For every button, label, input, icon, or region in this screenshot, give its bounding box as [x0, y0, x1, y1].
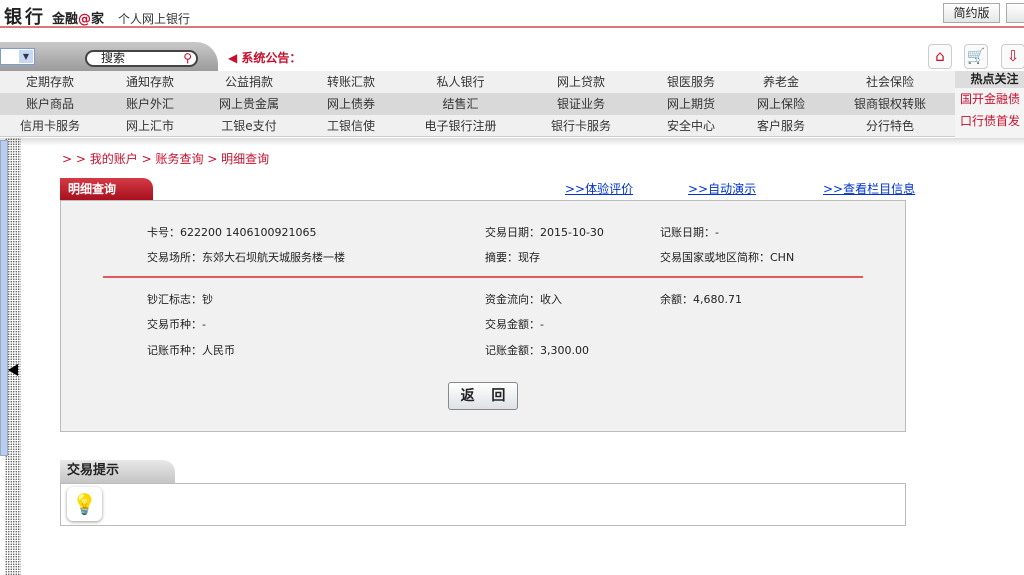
trade-amount: 交易金额：- [485, 318, 544, 331]
menu-row: 账户商品 账户外汇 网上贵金属 网上债券 结售汇 银证业务 网上期货 网上保险 银商银权转账 [0, 93, 955, 115]
menu-item[interactable]: 工银e支付 [200, 115, 298, 136]
menu-item[interactable]: 银医服务 [645, 71, 737, 93]
hot-link[interactable]: 口行债首发 [955, 110, 1024, 132]
left-panel-scrollbar[interactable] [0, 140, 8, 456]
breadcrumb: > > 我的账户 > 账务查询 > 明细查询 [62, 152, 270, 166]
post-amount: 记账金额：3,300.00 [485, 344, 589, 357]
simple-version-button[interactable]: 简约版 [943, 3, 1000, 23]
back-button[interactable]: 返 回 [448, 382, 518, 410]
divider [0, 138, 1024, 146]
home-icon[interactable]: ⌂ [928, 44, 952, 69]
menu-item[interactable]: 私人银行 [404, 71, 517, 93]
search-input[interactable]: 搜索 ⚲ [85, 50, 198, 67]
menu-item[interactable]: 银行卡服务 [517, 115, 645, 136]
summary: 摘要：现存 [485, 251, 540, 264]
menu-item[interactable]: 定期存款 [0, 71, 100, 93]
breadcrumb-account-query[interactable]: 账务查询 [155, 152, 203, 166]
card-number: 卡号：622200 1406100921065 [147, 226, 317, 239]
separator-line [103, 276, 863, 278]
menu-row: 信用卡服务 网上汇市 工银e支付 工银信使 电子银行注册 银行卡服务 安全中心 客户服务 分行特… [0, 115, 955, 137]
trade-date: 交易日期：2015-10-30 [485, 226, 604, 239]
system-notice[interactable]: ◀ 系统公告： [228, 49, 301, 66]
menu-item[interactable]: 网上汇市 [100, 115, 200, 136]
menu-item[interactable]: 银证业务 [517, 93, 645, 115]
trade-place: 交易场所：东郊大石坝航天城服务楼一楼 [147, 251, 345, 264]
account-select[interactable]: ▼ [0, 48, 35, 65]
post-date: 记账日期：- [660, 226, 719, 239]
menu-item[interactable]: 电子银行注册 [404, 115, 517, 136]
menu-item[interactable]: 安全中心 [645, 115, 737, 136]
menu-item[interactable]: 养老金 [737, 71, 825, 93]
breadcrumb-detail-query: 明细查询 [221, 152, 270, 166]
rate-link[interactable]: >>体验评价 [565, 180, 633, 197]
menu-item[interactable]: 网上贷款 [517, 71, 645, 93]
trade-currency: 交易币种：- [147, 318, 206, 331]
brand-logo: 金融@家 [52, 12, 105, 27]
cash-flag: 钞汇标志：钞 [147, 293, 213, 306]
auto-demo-link[interactable]: >>自动演示 [688, 180, 756, 197]
top-header: 银行 金融@家 个人网上银行 简约版 [0, 0, 1024, 28]
menu-item[interactable]: 结售汇 [404, 93, 517, 115]
menu-item[interactable]: 社会保险 [825, 71, 955, 93]
download-mail-icon[interactable]: ⇩ [1001, 44, 1024, 69]
lightbulb-icon: 💡 [67, 487, 102, 521]
menu-item[interactable]: 通知存款 [100, 71, 200, 93]
bank-logo: 银行 [4, 7, 46, 28]
menu-item[interactable]: 工银信使 [298, 115, 404, 136]
fund-flow: 资金流向：收入 [485, 293, 562, 306]
search-icon[interactable]: ⚲ [183, 52, 192, 65]
balance: 余额：4,680.71 [660, 293, 742, 306]
country: 交易国家或地区简称：CHN [660, 251, 795, 264]
hot-topics: 热点关注 国开金融债 口行债首发 [955, 71, 1024, 138]
menu-row: 定期存款 通知存款 公益捐款 转账汇款 私人银行 网上贷款 银医服务 养老金 社会保险 [0, 71, 955, 93]
tab-detail-query[interactable]: 明细查询 [60, 178, 153, 200]
menu-item[interactable]: 网上期货 [645, 93, 737, 115]
menu-item[interactable]: 转账汇款 [298, 71, 404, 93]
post-currency: 记账币种：人民币 [147, 344, 235, 357]
menu-item[interactable]: 银商银权转账 [825, 93, 955, 115]
collapse-arrow-icon[interactable] [8, 364, 18, 376]
menu-item[interactable]: 信用卡服务 [0, 115, 100, 136]
tips-box [60, 483, 906, 526]
menu-item[interactable]: 账户外汇 [100, 93, 200, 115]
menu-item[interactable]: 网上保险 [737, 93, 825, 115]
menu-item[interactable]: 分行特色 [825, 115, 955, 136]
menu-item[interactable]: 客户服务 [737, 115, 825, 136]
menu-item[interactable]: 网上债券 [298, 93, 404, 115]
hot-topics-title: 热点关注 [955, 71, 1024, 88]
chevron-down-icon: ▼ [19, 50, 33, 63]
speaker-icon: ◀ [228, 51, 238, 65]
site-subtitle: 个人网上银行 [118, 12, 191, 26]
hot-link[interactable]: 国开金融债 [955, 88, 1024, 110]
menu-item[interactable]: 账户商品 [0, 93, 100, 115]
tips-tab: 交易提示 [60, 460, 175, 484]
cart-icon[interactable]: 🛒 [964, 44, 988, 69]
breadcrumb-my-account[interactable]: 我的账户 [90, 152, 138, 166]
column-info-link[interactable]: >>查看栏目信息 [823, 180, 915, 197]
menu-item[interactable]: 网上贵金属 [200, 93, 298, 115]
menu-item[interactable]: 公益捐款 [200, 71, 298, 93]
header-button-2[interactable] [1006, 3, 1024, 23]
